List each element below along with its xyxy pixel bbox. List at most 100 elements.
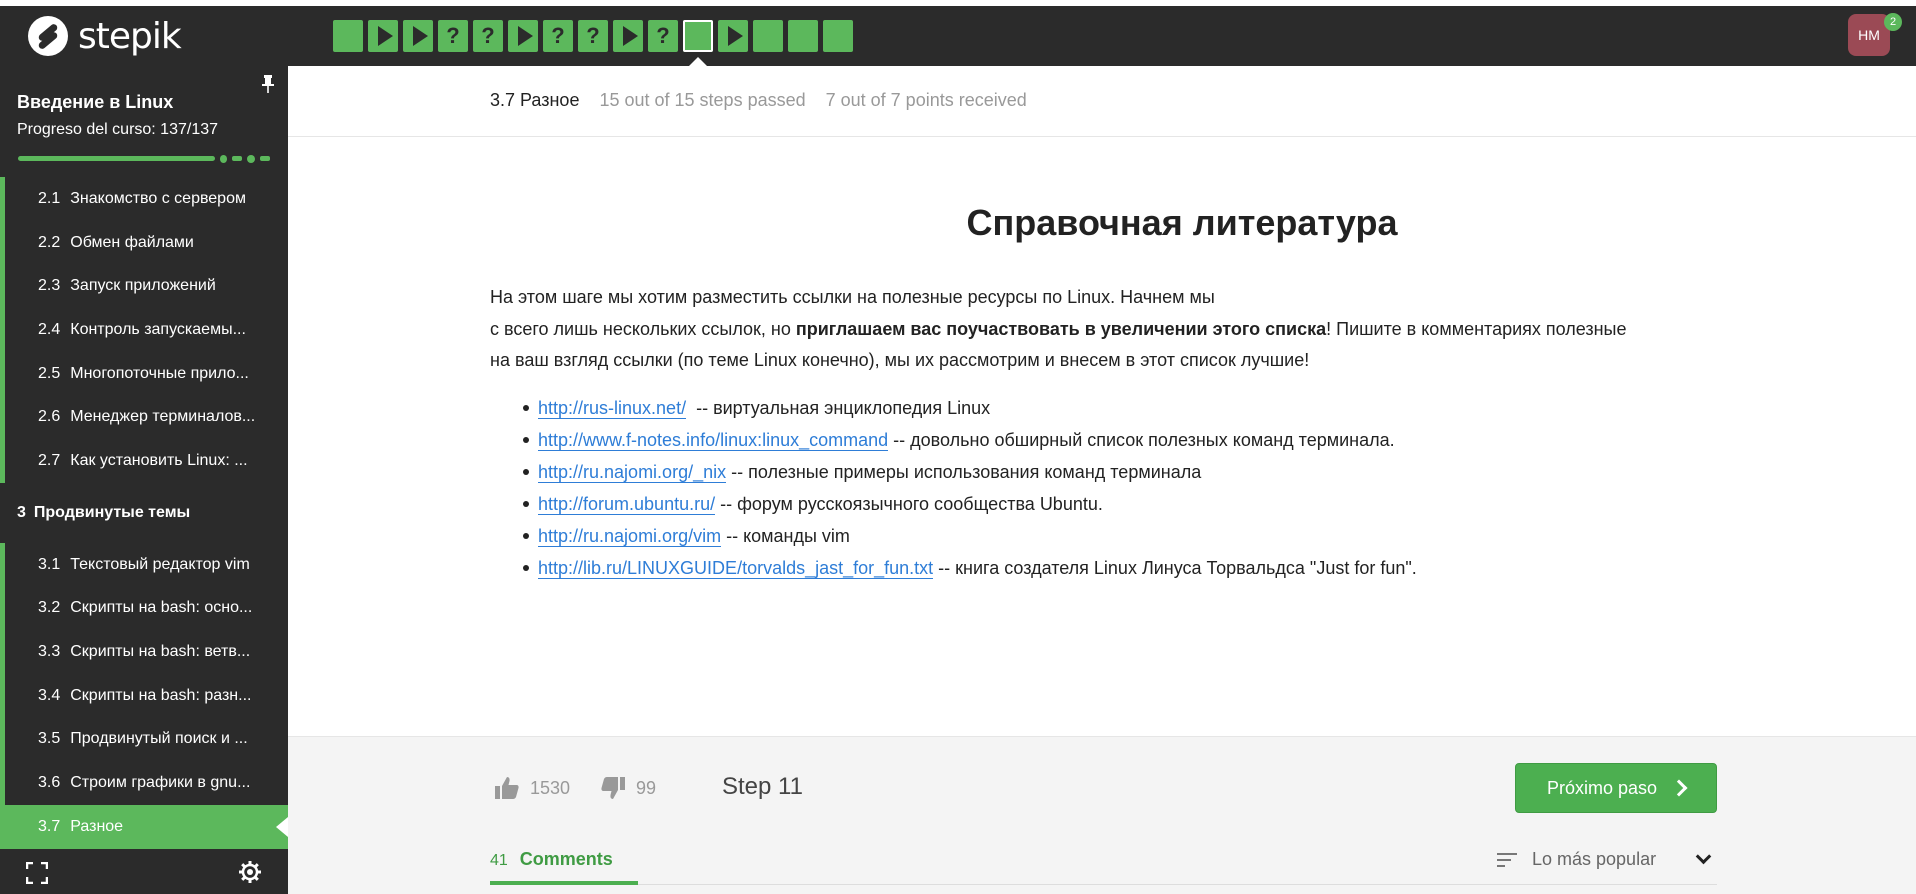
lesson-label: Запуск приложений <box>70 277 216 295</box>
active-tab-underline <box>490 881 638 885</box>
lesson-num: 3.2 <box>38 599 61 617</box>
step-square-11[interactable] <box>683 20 713 66</box>
step-square-7[interactable]: ? <box>543 20 573 52</box>
resource-desc: -- команды vim <box>721 526 850 546</box>
lesson-num: 2.3 <box>38 277 61 295</box>
lesson-label: Обмен файлами <box>70 233 194 251</box>
play-icon <box>412 26 428 46</box>
dislike-button[interactable]: 99 <box>600 775 656 801</box>
stepik-logo[interactable]: stepik <box>28 15 182 57</box>
section-label: Продвинутые темы <box>33 503 191 521</box>
steps-passed: 15 out of 15 steps passed <box>599 90 806 110</box>
section-num: 3 <box>17 503 26 521</box>
pin-icon[interactable] <box>260 74 276 94</box>
notification-badge: 2 <box>1884 13 1902 31</box>
step-square-4[interactable]: ? <box>438 20 468 52</box>
resource-link[interactable]: http://www.f-notes.info/linux:linux_comm… <box>538 430 889 451</box>
lesson-label: Контроль запускаемы... <box>70 320 246 338</box>
stepik-logo-icon <box>28 16 68 56</box>
step-square-9[interactable] <box>613 20 643 52</box>
top-navbar: stepik ????? HM 2 <box>0 6 1916 66</box>
list-item: http://lib.ru/LINUXGUIDE/torvalds_jast_f… <box>523 552 1738 584</box>
step-square-12[interactable] <box>718 20 748 52</box>
lesson-label: Разное <box>70 817 124 835</box>
step-square-3[interactable] <box>403 20 433 52</box>
sidebar-item-2-4[interactable]: 2.4 Контроль запускаемы... <box>0 308 288 352</box>
sidebar-item-3-4[interactable]: 3.4 Скрипты на bash: разн... <box>0 673 288 718</box>
lesson-label: Текстовый редактор vim <box>70 555 250 573</box>
sidebar-item-2-2[interactable]: 2.2 Обмен файлами <box>0 220 288 265</box>
gear-icon[interactable] <box>238 860 262 884</box>
step-square-2[interactable] <box>368 20 398 52</box>
sidebar-item-2-7[interactable]: 2.7 Как установить Linux: ... <box>0 439 288 483</box>
step-square-13[interactable] <box>753 20 783 52</box>
sidebar-section-3[interactable]: 3 Продвинутые темы <box>0 483 288 543</box>
list-item: http://ru.najomi.org/_nix -- полезные пр… <box>523 456 1738 488</box>
lesson-num: 3.1 <box>38 555 61 573</box>
thumbs-down-icon <box>601 777 625 799</box>
step-square-15[interactable] <box>823 20 853 52</box>
resource-list: http://rus-linux.net/ -- виртуальная энц… <box>523 392 1738 584</box>
lesson-num: 2.1 <box>38 189 61 207</box>
sidebar-item-3-2[interactable]: 3.2 Скрипты на bash: осно... <box>0 586 288 631</box>
resource-link[interactable]: http://ru.najomi.org/_nix <box>538 462 727 483</box>
play-icon <box>377 26 393 46</box>
dislike-count: 99 <box>636 777 657 798</box>
next-step-button[interactable]: Próximo paso <box>1515 763 1717 813</box>
lesson-label: Строим графики в gnu... <box>70 774 251 792</box>
lesson-num: 3.4 <box>38 686 61 704</box>
resource-link[interactable]: http://forum.ubuntu.ru/ <box>538 494 716 515</box>
intro-line-1: На этом шаге мы хотим разместить ссылки … <box>490 287 1215 307</box>
lesson-label: Продвинутый поиск и ... <box>70 730 248 748</box>
lesson-num: 2.7 <box>38 451 61 469</box>
resource-desc: -- полезные примеры использования команд… <box>726 462 1202 482</box>
step-title: Справочная литература <box>966 202 1398 243</box>
sidebar-item-3-7[interactable]: 3.7 Разное <box>0 804 288 849</box>
play-icon <box>727 26 743 46</box>
comments-count: 41 <box>490 852 508 869</box>
list-item: http://forum.ubuntu.ru/ -- форум русскоя… <box>523 488 1738 520</box>
comments-divider <box>490 884 1717 885</box>
sidebar-item-2-5[interactable]: 2.5 Многопоточные прило... <box>0 351 288 396</box>
lesson-num: 2.5 <box>38 364 61 382</box>
tab-comments[interactable]: 41 Comments <box>490 849 613 870</box>
course-progress-label: Progreso del curso: 137/137 <box>17 121 219 138</box>
intro-line-3: на ваш взгляд ссылки (по теме Linux коне… <box>490 350 1310 370</box>
question-icon: ? <box>551 23 565 48</box>
sort-icon <box>1497 852 1517 867</box>
resource-link[interactable]: http://lib.ru/LINUXGUIDE/torvalds_jast_f… <box>538 558 934 579</box>
sidebar-item-3-1[interactable]: 3.1 Текстовый редактор vim <box>0 542 288 587</box>
progress-fill <box>18 156 215 161</box>
lesson-label: Знакомство с сервером <box>70 189 246 207</box>
resource-desc: -- довольно обширный список полезных ком… <box>888 430 1395 450</box>
step-square-10[interactable]: ? <box>648 20 678 52</box>
course-title[interactable]: Введение в Linux <box>17 92 173 113</box>
step-number: Step 11 <box>722 773 803 800</box>
sidebar-item-3-6[interactable]: 3.6 Строим графики в gnu... <box>0 761 288 805</box>
chevron-right-icon <box>1670 779 1688 797</box>
question-icon: ? <box>586 23 600 48</box>
resource-link[interactable]: http://rus-linux.net/ <box>538 398 687 419</box>
sidebar-item-3-3[interactable]: 3.3 Скрипты на bash: ветв... <box>0 630 288 674</box>
logo-text: stepik <box>78 15 182 57</box>
step-square-1[interactable] <box>333 20 363 52</box>
like-button[interactable]: 1530 <box>494 775 570 801</box>
comments-sort-dropdown[interactable]: Lo más popular <box>1496 848 1712 870</box>
sidebar-item-2-3[interactable]: 2.3 Запуск приложений <box>0 264 288 309</box>
question-icon: ? <box>446 23 460 48</box>
sidebar-item-2-6[interactable]: 2.6 Менеджер терминалов... <box>0 395 288 440</box>
step-square-6[interactable] <box>508 20 538 52</box>
step-square-8[interactable]: ? <box>578 20 608 52</box>
user-initials: HM <box>1858 27 1880 43</box>
lesson-num: 3.6 <box>38 774 61 792</box>
sidebar-item-2-1[interactable]: 2.1 Знакомство с сервером <box>0 177 288 221</box>
lesson-label: Менеджер терминалов... <box>70 408 256 426</box>
step-square-14[interactable] <box>788 20 818 52</box>
step-intro: На этом шаге мы хотим разместить ссылки … <box>490 282 1730 377</box>
play-icon <box>517 26 533 46</box>
sidebar-item-3-5[interactable]: 3.5 Продвинутый поиск и ... <box>0 717 288 762</box>
resource-link[interactable]: http://ru.najomi.org/vim <box>538 526 722 547</box>
fullscreen-icon[interactable] <box>26 862 48 884</box>
step-square-5[interactable]: ? <box>473 20 503 52</box>
progress-dot <box>219 154 228 163</box>
